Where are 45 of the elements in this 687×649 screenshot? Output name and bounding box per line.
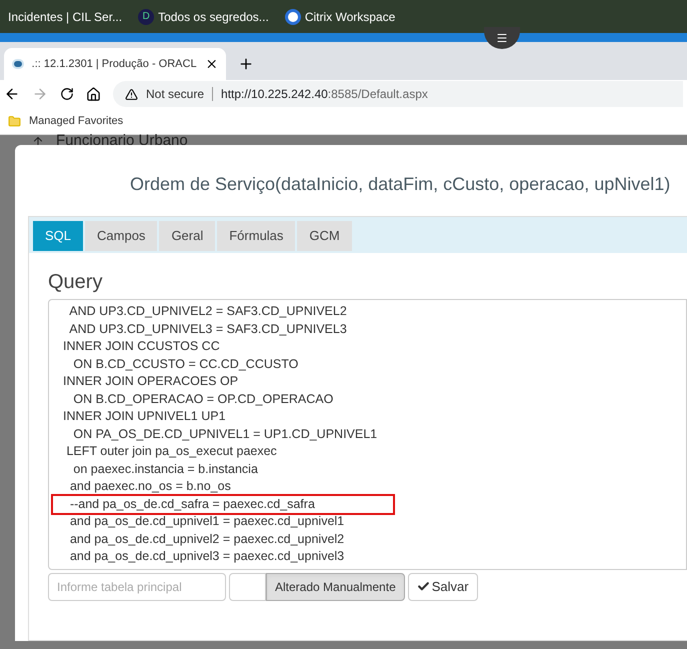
code-line: and pa_os_de.cd_upnivel2 = paexec.cd_upnivel2 bbox=[68, 530, 346, 548]
letter-icon: D bbox=[138, 8, 154, 24]
warning-icon bbox=[125, 88, 138, 100]
shortcut-label[interactable]: Todos os segredos... bbox=[158, 8, 269, 26]
save-button[interactable]: Salvar bbox=[408, 572, 478, 600]
bookmark-label[interactable]: Managed Favorites bbox=[29, 112, 124, 130]
input-field[interactable] bbox=[229, 572, 266, 600]
code-line: ON B.CD_CCUSTO = CC.CD_CCUSTO bbox=[72, 356, 300, 372]
code-line: LEFT outer join pa_os_execut paexec bbox=[65, 443, 278, 460]
code-line: --and pa_os_de.cd_safra = paexec.cd_safra bbox=[53, 496, 393, 513]
code-line: INNER JOIN UPNIVEL1 UP1 bbox=[63, 408, 227, 425]
code-line: on paexec.instancia = b.instancia bbox=[72, 460, 259, 478]
reload-icon[interactable] bbox=[60, 87, 74, 101]
code-line: ON B.CD_OPERACAO = OP.CD_OPERACAO bbox=[72, 390, 334, 408]
dialog-title: Ordem de Serviço(dataInicio, dataFim, cCusto, operacao, upNivel1) bbox=[129, 173, 672, 196]
tab[interactable]: GCM bbox=[297, 221, 352, 251]
url-text: http://10.225.242.40:8585/Default.aspx bbox=[221, 86, 428, 103]
up-arrow-icon bbox=[32, 135, 44, 147]
query-label: Query bbox=[48, 271, 104, 293]
tab-title: .:: 12.1.2301 | Produção - ORACL bbox=[32, 56, 197, 72]
address-bar[interactable]: Not secure http://10.225.242.40:8585/Default.aspx bbox=[113, 81, 683, 107]
shortcut-label[interactable]: Citrix Workspace bbox=[304, 8, 396, 26]
code-line: and paexec.no_os = b.no_os bbox=[68, 478, 232, 495]
query-editor[interactable] bbox=[48, 299, 687, 570]
tab[interactable]: Fórmulas bbox=[217, 221, 296, 251]
folder-icon bbox=[8, 114, 21, 128]
code-line: INNER JOIN OPERACOES OP bbox=[63, 373, 240, 390]
page-heading: Funcionario Urbano bbox=[56, 135, 188, 147]
tab[interactable]: Campos bbox=[85, 221, 158, 251]
code-line: ON PA_OS_DE.CD_UPNIVEL1 = UP1.CD_UPNIVEL1 bbox=[72, 426, 378, 442]
code-line: and pa_os_de.cd_upnivel1 = paexec.cd_upnivel1 bbox=[68, 513, 346, 530]
tab[interactable]: Geral bbox=[159, 221, 216, 251]
code-line: AND UP3.CD_UPNIVEL3 = SAF3.CD_UPNIVEL3 bbox=[68, 320, 348, 338]
manual-toggle-button[interactable]: Alterado Manualmente bbox=[266, 572, 405, 600]
home-icon[interactable] bbox=[86, 86, 101, 102]
code-line: and pa_os_de.cd_upnivel3 = paexec.cd_upnivel3 bbox=[68, 548, 346, 565]
code-line: AND UP3.CD_UPNIVEL2 = SAF3.CD_UPNIVEL2 bbox=[68, 303, 348, 320]
check-icon bbox=[416, 580, 430, 593]
shortcut-label[interactable]: Incidentes | CIL Ser... bbox=[8, 8, 122, 26]
security-label: Not secure bbox=[146, 86, 204, 103]
browser-tab[interactable]: .:: 12.1.2301 | Produção - ORACL bbox=[4, 48, 226, 80]
new-tab-icon[interactable] bbox=[238, 56, 254, 72]
back-icon[interactable] bbox=[4, 86, 20, 102]
code-line: INNER JOIN CCUSTOS CC bbox=[63, 338, 221, 355]
table-field[interactable]: Informe tabela principal bbox=[48, 572, 226, 600]
